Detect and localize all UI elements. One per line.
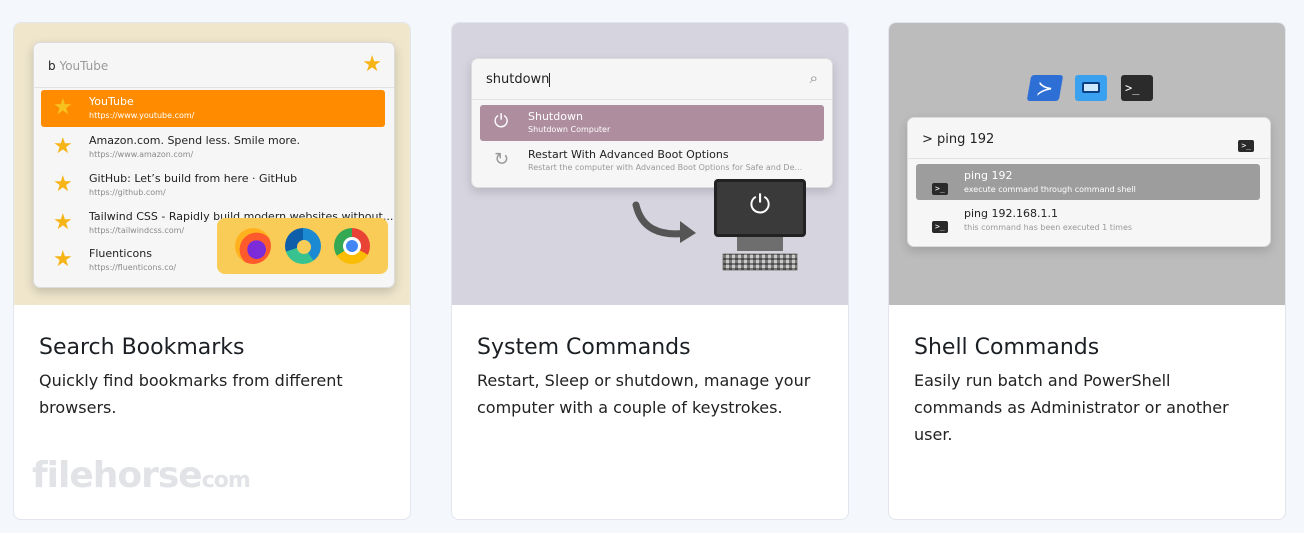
star-icon: ★ [53,210,73,235]
bookmarks-launcher-window: b YouTube ★ ★ YouTube https://www.youtub… [33,42,395,288]
edge-icon [285,228,321,264]
star-icon: ★ [53,247,73,272]
system-commands-preview-image: shutdown ⌕ ⏻ Shutdown Shutdown Computer … [452,23,848,305]
command-item-shutdown: ⏻ Shutdown Shutdown Computer [480,105,824,141]
power-icon: ⏻ [749,190,771,220]
browser-icons-panel [217,218,388,274]
terminal-icon: >_ [1121,75,1153,101]
keyboard-icon [722,253,798,271]
window-icon [1075,75,1107,101]
card-title: Shell Commands [914,335,1100,360]
feature-card-system-commands: shutdown ⌕ ⏻ Shutdown Shutdown Computer … [451,22,849,520]
terminal-icon: >_ [932,176,948,195]
card-description: Restart, Sleep or shutdown, manage your … [477,371,811,417]
shell-command-input: > ping 192 [922,132,995,147]
curved-arrow-icon [632,201,696,243]
shell-launcher-window: > ping 192 >_ >_ ping 192 execute comman… [907,117,1271,247]
monitor-icon: ⏻ [714,179,806,237]
system-launcher-window: shutdown ⌕ ⏻ Shutdown Shutdown Computer … [471,58,833,188]
card-description: Quickly find bookmarks from different br… [39,371,343,417]
search-icon: ⌕ [809,69,818,87]
shell-item-ping-192: >_ ping 192 execute command through comm… [916,164,1260,200]
feature-card-shell-commands: ≻ >_ > ping 192 >_ >_ ping 192 execute c… [888,22,1286,520]
filehorse-watermark-logo: filehorsecom [32,455,251,496]
powershell-icon: ≻ [1026,75,1064,101]
feature-card-search-bookmarks: b YouTube ★ ★ YouTube https://www.youtub… [13,22,411,520]
restart-icon: ↻ [494,149,510,170]
bookmark-item-amazon: ★ Amazon.com. Spend less. Smile more. ht… [53,134,300,159]
star-icon: ★ [53,172,73,197]
shell-item-ping-192-168-1-1: >_ ping 192.168.1.1 this command has bee… [916,202,1260,238]
power-icon: ⏻ [494,111,509,132]
star-icon: ★ [53,134,73,159]
star-icon: ★ [362,52,382,77]
card-title: Search Bookmarks [39,335,245,360]
bookmark-item-github: ★ GitHub: Let’s build from here · GitHub… [53,172,298,197]
system-search-input: shutdown [486,72,551,87]
bookmarks-preview-image: b YouTube ★ ★ YouTube https://www.youtub… [14,23,410,305]
firefox-icon [235,228,271,264]
bookmark-item-youtube: ★ YouTube https://www.youtube.com/ [41,90,385,127]
chrome-icon [334,228,370,264]
card-title: System Commands [477,335,691,360]
terminal-icon: >_ [1238,133,1254,152]
star-icon: ★ [53,95,73,120]
card-description: Easily run batch and PowerShell commands… [914,371,1229,444]
shell-commands-preview-image: ≻ >_ > ping 192 >_ >_ ping 192 execute c… [889,23,1285,305]
command-item-restart-advanced: ↻ Restart With Advanced Boot Options Res… [494,148,803,172]
terminal-icon: >_ [932,214,948,233]
bookmark-search-input: b YouTube [48,59,109,73]
